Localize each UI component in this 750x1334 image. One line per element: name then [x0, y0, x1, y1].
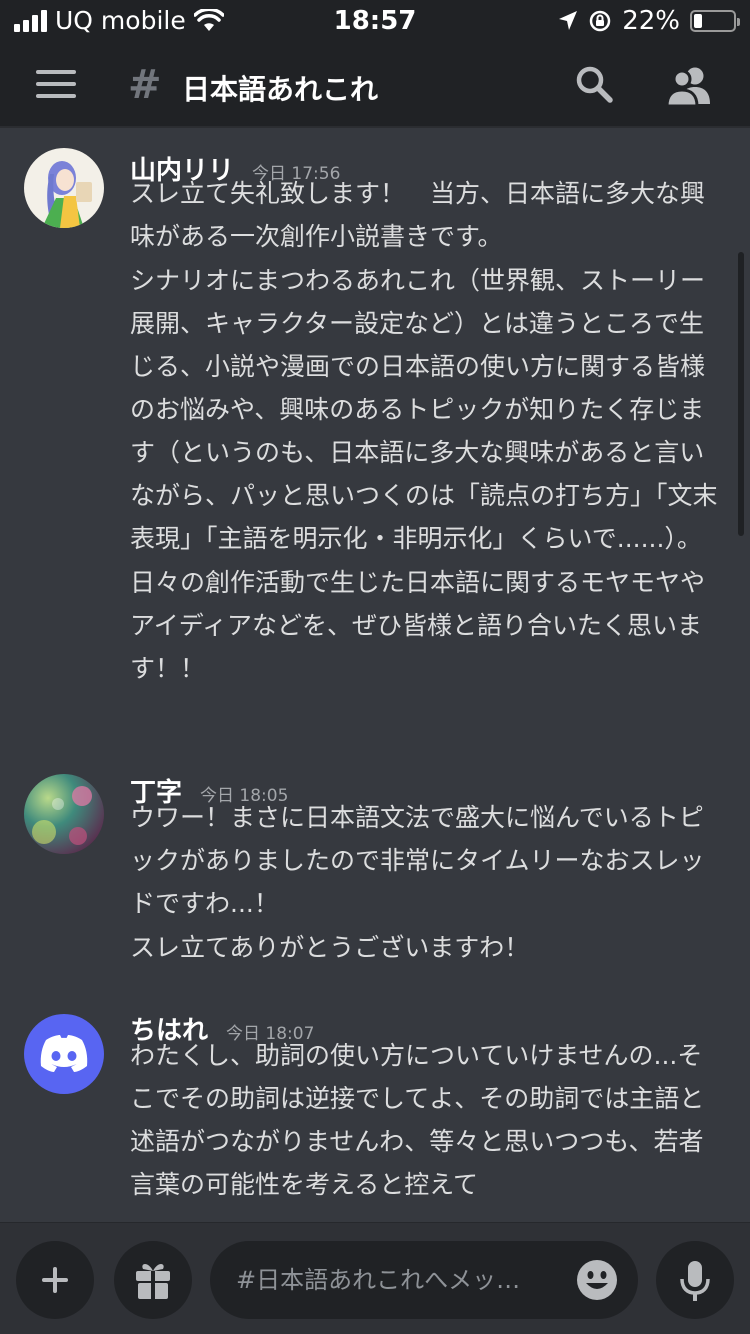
orientation-lock-icon	[589, 10, 611, 32]
message-paragraph: ウワー！まさに日本語文法で盛大に悩んでいるトピックがありましたので非常にタイムリ…	[130, 803, 705, 918]
menu-icon[interactable]	[36, 70, 76, 102]
message-paragraph: シナリオにまつわるあれこれ（世界観、ストーリー展開、キャラクター設定など）とは違…	[130, 266, 718, 553]
voice-message-button[interactable]	[656, 1241, 734, 1319]
message-paragraph: 日々の創作活動で生じた日本語に関するモヤモヤやアイディアなどを、ぜひ皆様と語り合…	[130, 568, 706, 683]
battery-level-fill	[694, 14, 702, 28]
emoji-icon[interactable]	[576, 1259, 618, 1301]
channel-title: 日本語あれこれ	[182, 73, 379, 106]
battery-percent: 22%	[622, 6, 680, 36]
message-paragraph: スレ立てありがとうございますわ！	[130, 933, 530, 962]
add-attachment-button[interactable]	[16, 1241, 94, 1319]
message-input[interactable]	[236, 1241, 566, 1319]
message-content: スレ立て失礼致します！ 当方、日本語に多大な興味がある一次創作小説書きです。 シ…	[130, 172, 722, 690]
gift-icon	[136, 1264, 170, 1299]
status-bar: UQ mobile 18:57 22%	[0, 0, 750, 44]
message-content: ウワー！まさに日本語文法で盛大に悩んでいるトピックがありましたので非常にタイムリ…	[130, 796, 722, 969]
microphone-icon	[680, 1261, 710, 1301]
message-input-container[interactable]	[210, 1241, 638, 1319]
message-content: わたくし、助詞の使い方についていけませんの...そこでその助詞は逆接でしてよ、そ…	[130, 1034, 722, 1206]
avatar[interactable]	[24, 774, 104, 854]
avatar[interactable]	[24, 148, 104, 228]
message-paragraph: わたくし、助詞の使い方についていけませんの...そこでその助詞は逆接でしてよ、そ…	[130, 1041, 705, 1199]
message-composer	[0, 1222, 750, 1334]
discord-logo-icon	[40, 1035, 88, 1072]
message-paragraph: スレ立て失礼致します！ 当方、日本語に多大な興味がある一次創作小説書きです。	[130, 179, 706, 251]
discord-channel-screen: UQ mobile 18:57 22% # 日本語あれこれ 山内リリ 今日 17…	[0, 0, 750, 1334]
message-list[interactable]: 山内リリ 今日 17:56 スレ立て失礼致します！ 当方、日本語に多大な興味があ…	[0, 130, 750, 1220]
battery-icon	[690, 10, 740, 32]
scrollbar[interactable]	[738, 252, 744, 536]
search-icon[interactable]	[574, 64, 614, 104]
gift-button[interactable]	[114, 1241, 192, 1319]
location-icon	[559, 11, 578, 30]
channel-hash-icon: #	[128, 62, 162, 108]
channel-header: # 日本語あれこれ	[0, 44, 750, 128]
avatar[interactable]	[24, 1014, 104, 1094]
members-icon[interactable]	[664, 64, 714, 108]
